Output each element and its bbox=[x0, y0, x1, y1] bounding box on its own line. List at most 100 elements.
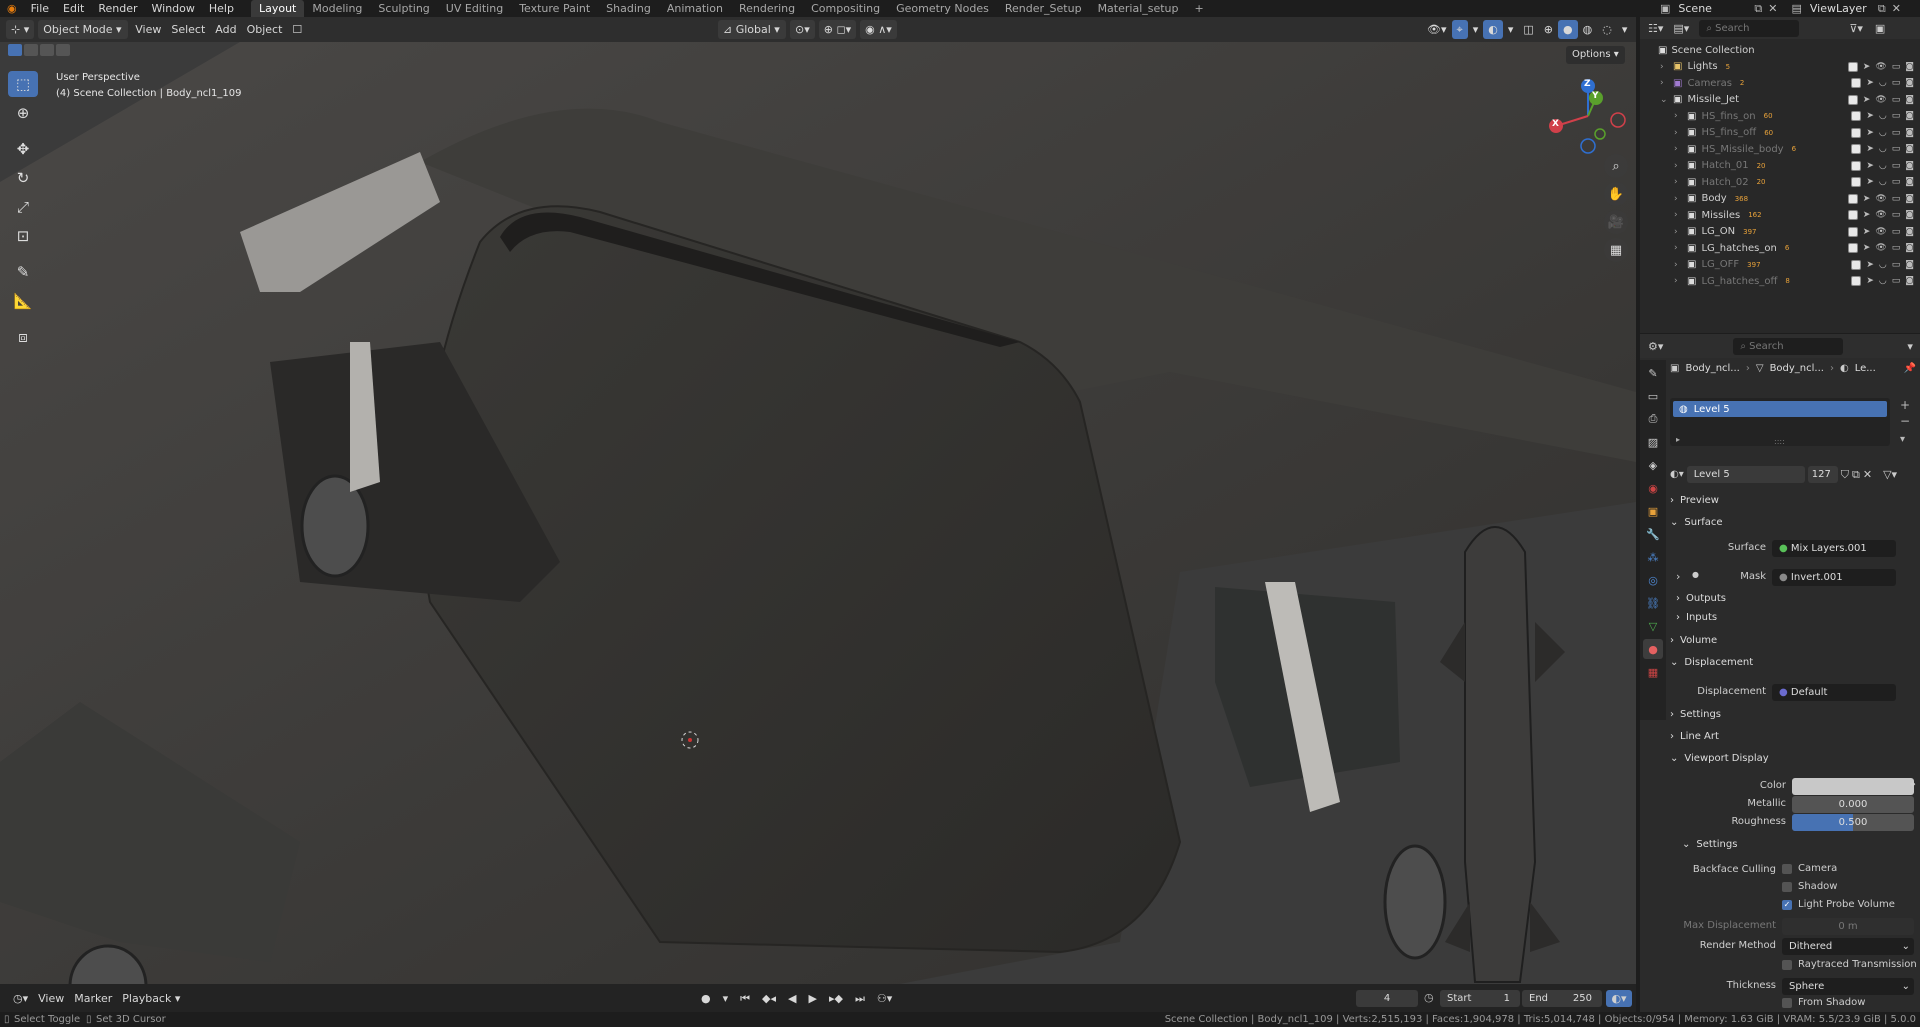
shadow-checkbox[interactable] bbox=[1782, 882, 1792, 892]
select-subtract-icon[interactable] bbox=[40, 44, 54, 56]
list-resize-icon[interactable]: :::: bbox=[1774, 437, 1785, 446]
tab-material-setup[interactable]: Material_setup bbox=[1090, 0, 1187, 17]
shading-wireframe-icon[interactable]: ⊕ bbox=[1539, 20, 1558, 39]
select-intersect-icon[interactable] bbox=[56, 44, 70, 56]
blender-logo-icon[interactable]: ◉ bbox=[0, 0, 24, 17]
viewport-monitor-icon[interactable]: ▭ bbox=[1892, 177, 1901, 187]
autokey-icon[interactable]: ⚇▾ bbox=[872, 989, 897, 1008]
outliner-search-input[interactable]: ⌕ Search bbox=[1699, 19, 1800, 37]
outliner-row[interactable]: › ▣ Body 368 ➤ 👁 ▭ ◙ bbox=[1640, 191, 1920, 208]
camera-checkbox[interactable] bbox=[1782, 864, 1792, 874]
material-name-field[interactable]: Level 5 bbox=[1686, 466, 1805, 483]
section-viewport-settings[interactable]: ⌄ Settings bbox=[1682, 834, 1737, 854]
overlay-toggle-icon[interactable]: ◐ bbox=[1483, 20, 1503, 39]
eye-icon[interactable]: ◡ bbox=[1879, 128, 1887, 138]
outliner-row[interactable]: › ▣ HS_Missile_body 6 ➤ ◡ ▭ ◙ bbox=[1640, 141, 1920, 158]
section-settings[interactable]: › Settings bbox=[1670, 704, 1916, 724]
object-tab-icon[interactable]: ▣ bbox=[1643, 501, 1663, 521]
roughness-slider[interactable]: 0.500 bbox=[1792, 814, 1914, 831]
tab-shading[interactable]: Shading bbox=[598, 0, 659, 17]
render-camera-icon[interactable]: ◙ bbox=[1905, 62, 1914, 72]
render-camera-icon[interactable]: ◙ bbox=[1905, 95, 1914, 105]
slot-menu-icon[interactable]: ▾ bbox=[1900, 434, 1905, 445]
viewport-monitor-icon[interactable]: ▭ bbox=[1892, 276, 1901, 286]
render-camera-icon[interactable]: ◙ bbox=[1905, 243, 1914, 253]
visibility-icon[interactable]: 👁▾ bbox=[1422, 20, 1452, 39]
outliner-display-mode-icon[interactable]: ▤▾ bbox=[1673, 22, 1689, 35]
current-frame-field[interactable]: 4 bbox=[1356, 990, 1418, 1007]
data-tab-icon[interactable]: ▽ bbox=[1643, 616, 1663, 636]
tab-uv-editing[interactable]: UV Editing bbox=[438, 0, 511, 17]
outliner-row[interactable]: › ▣ Hatch_02 20 ➤ ◡ ▭ ◙ bbox=[1640, 174, 1920, 191]
timeline-overlay-icon[interactable]: ◐▾ bbox=[1606, 990, 1632, 1007]
world-tab-icon[interactable]: ◉ bbox=[1643, 478, 1663, 498]
scale-tool-icon[interactable]: ⤢ bbox=[8, 194, 38, 220]
viewport-monitor-icon[interactable]: ▭ bbox=[1892, 227, 1901, 237]
gizmo-dropdown-icon[interactable]: ▾ bbox=[1468, 20, 1484, 39]
eye-icon[interactable]: 👁 bbox=[1875, 210, 1886, 220]
eye-icon[interactable]: ◡ bbox=[1879, 161, 1887, 171]
section-preview[interactable]: › Preview bbox=[1670, 490, 1916, 510]
eye-icon[interactable]: ◡ bbox=[1879, 260, 1887, 270]
viewlayer-delete-icon[interactable]: ✕ bbox=[1892, 2, 1901, 15]
expand-right-icon[interactable]: › bbox=[1660, 62, 1670, 72]
timeline-view-menu[interactable]: View bbox=[33, 989, 69, 1008]
unlink-material-icon[interactable]: ✕ bbox=[1863, 468, 1872, 481]
move-tool-icon[interactable]: ✥ bbox=[8, 136, 38, 162]
outliner-row[interactable]: › ▣ HS_fins_on 60 ➤ ◡ ▭ ◙ bbox=[1640, 108, 1920, 125]
menu-select[interactable]: Select bbox=[166, 20, 210, 39]
exclude-checkbox[interactable] bbox=[1851, 276, 1862, 287]
overlay-dropdown-icon[interactable]: ▾ bbox=[1503, 20, 1519, 39]
constraints-tab-icon[interactable]: ⛓ bbox=[1643, 593, 1663, 613]
exclude-checkbox[interactable] bbox=[1851, 177, 1862, 188]
outliner-row[interactable]: › ▣ LG_OFF 397 ➤ ◡ ▭ ◙ bbox=[1640, 257, 1920, 274]
exclude-checkbox[interactable] bbox=[1847, 94, 1858, 105]
expand-right-icon[interactable]: › bbox=[1674, 111, 1684, 121]
pin-icon[interactable]: 📌 bbox=[1904, 363, 1916, 374]
from-shadow-checkbox[interactable] bbox=[1782, 998, 1792, 1008]
measure-tool-icon[interactable]: 📐 bbox=[8, 288, 38, 314]
annotate-tool-icon[interactable]: ✎ bbox=[8, 259, 38, 285]
section-viewport-display[interactable]: ⌄ Viewport Display bbox=[1670, 748, 1916, 768]
outliner-row[interactable]: › ▣ LG_hatches_off 8 ➤ ◡ ▭ ◙ bbox=[1640, 273, 1920, 290]
selectable-arrow-icon[interactable]: ➤ bbox=[1863, 243, 1871, 253]
shading-options-icon[interactable]: ▾ bbox=[1617, 20, 1633, 39]
expand-right-icon[interactable]: › bbox=[1674, 210, 1684, 220]
jump-end-icon[interactable]: ⏭ bbox=[850, 989, 870, 1008]
selectable-arrow-icon[interactable]: ➤ bbox=[1863, 194, 1871, 204]
tab-rendering[interactable]: Rendering bbox=[731, 0, 803, 17]
snap-icon[interactable]: ⊕ ◻▾ bbox=[818, 20, 857, 39]
outliner-row[interactable]: › ▣ Hatch_01 20 ➤ ◡ ▭ ◙ bbox=[1640, 158, 1920, 175]
material-tab-icon[interactable]: ● bbox=[1643, 639, 1663, 659]
timeline-playback-menu[interactable]: Playback ▾ bbox=[117, 989, 185, 1008]
outliner-row[interactable]: › ▣ LG_hatches_on 6 ➤ 👁 ▭ ◙ bbox=[1640, 240, 1920, 257]
tab-layout[interactable]: Layout bbox=[250, 0, 305, 17]
menu-object[interactable]: Object bbox=[242, 20, 288, 39]
timeline-marker-menu[interactable]: Marker bbox=[69, 989, 117, 1008]
expand-right-icon[interactable]: › bbox=[1674, 243, 1684, 253]
timeline-editor-icon[interactable]: ◷▾ bbox=[8, 989, 33, 1008]
material-browse-icon[interactable]: ◐▾ bbox=[1670, 469, 1684, 480]
expand-right-icon[interactable]: › bbox=[1674, 161, 1684, 171]
tool-tab-icon[interactable]: ✎ bbox=[1643, 363, 1663, 383]
light-probe-checkbox[interactable]: ✓ bbox=[1782, 900, 1792, 910]
transform-tool-icon[interactable]: ⊡ bbox=[8, 223, 38, 249]
exclude-checkbox[interactable] bbox=[1851, 160, 1862, 171]
eye-icon[interactable]: 👁 bbox=[1875, 243, 1886, 253]
eye-icon[interactable]: ◡ bbox=[1879, 276, 1887, 286]
mask-field[interactable]: ● Invert.001 bbox=[1772, 569, 1896, 586]
menu-file[interactable]: File bbox=[24, 0, 56, 17]
add-cube-tool-icon[interactable]: ⧈ bbox=[8, 324, 38, 350]
selectable-arrow-icon[interactable]: ➤ bbox=[1866, 260, 1874, 270]
viewport-monitor-icon[interactable]: ▭ bbox=[1892, 194, 1901, 204]
material-slot-list[interactable]: ◍ Level 5 ▸ :::: bbox=[1670, 398, 1890, 446]
render-camera-icon[interactable]: ◙ bbox=[1905, 260, 1914, 270]
outliner-filter-icon[interactable]: ⊽▾ bbox=[1849, 22, 1863, 35]
thickness-dropdown[interactable]: Sphere ⌄ bbox=[1782, 978, 1914, 995]
eye-icon[interactable]: ◡ bbox=[1879, 78, 1887, 88]
displacement-field[interactable]: ● Default bbox=[1772, 684, 1896, 701]
ortho-grid-icon[interactable]: ▦ bbox=[1604, 238, 1628, 262]
viewport-monitor-icon[interactable]: ▭ bbox=[1892, 128, 1901, 138]
select-box-icon[interactable]: ⬚ bbox=[8, 71, 38, 97]
slot-remove-icon[interactable]: − bbox=[1900, 414, 1910, 428]
